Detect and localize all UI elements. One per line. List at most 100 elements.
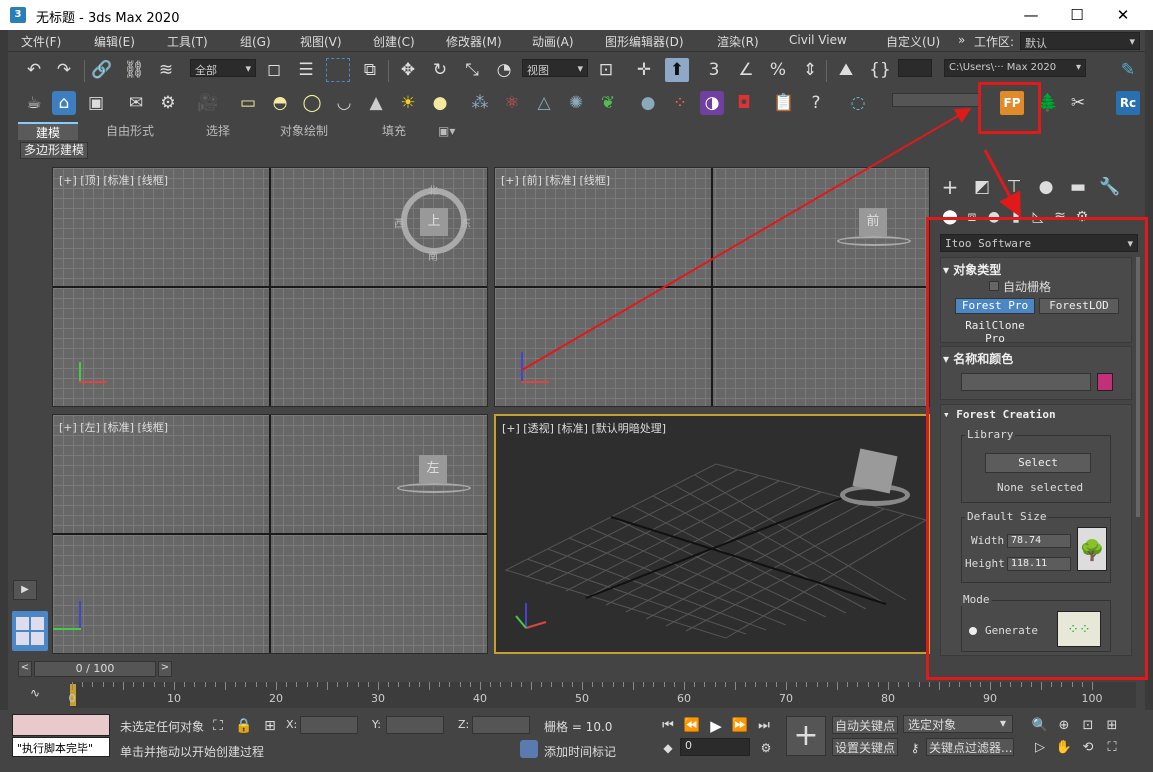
- redo-icon[interactable]: ↷: [52, 58, 76, 82]
- sphere-icon[interactable]: ◯: [300, 91, 324, 115]
- autodesk-icon[interactable]: ✎: [1116, 58, 1140, 82]
- named-selection-field[interactable]: [898, 59, 932, 77]
- angle-snap-icon[interactable]: ∠: [734, 58, 758, 82]
- time-config-icon[interactable]: ⚙: [754, 736, 778, 760]
- menu-modifiers[interactable]: 修改器(M): [446, 33, 502, 50]
- viewport-label[interactable]: [+] [透视] [标准] [默认明暗处理]: [502, 420, 666, 436]
- ref-coord-dropdown[interactable]: 视图 ▾: [522, 59, 588, 77]
- set-key-button[interactable]: 设置关键点: [832, 738, 898, 756]
- next-frame-button[interactable]: >: [158, 661, 172, 677]
- x-coord-input[interactable]: [300, 716, 358, 734]
- hierarchy-tab-icon[interactable]: ⊤: [1002, 175, 1026, 199]
- material-editor-icon[interactable]: ◑: [700, 91, 724, 115]
- disc-icon[interactable]: ●: [428, 91, 452, 115]
- railclone-icon[interactable]: Rc: [1116, 91, 1140, 115]
- menu-animation[interactable]: 动画(A): [532, 33, 574, 50]
- subtab-polygon-modeling[interactable]: 多边形建模: [20, 142, 88, 159]
- viewport-label[interactable]: [+] [前] [标准] [线框]: [501, 172, 610, 188]
- teapot-icon[interactable]: ☕: [22, 91, 46, 115]
- keyboard-shortcut-override-icon[interactable]: ⬆: [665, 58, 689, 82]
- tab-modeling[interactable]: 建模: [18, 122, 78, 140]
- add-time-tag[interactable]: 添加时间标记: [544, 743, 616, 760]
- menu-create[interactable]: 创建(C): [373, 33, 415, 50]
- maxscript-listener-input[interactable]: [12, 714, 110, 736]
- play-icon[interactable]: ▶: [704, 714, 728, 738]
- modify-tab-icon[interactable]: ◩: [970, 175, 994, 199]
- z-coord-input[interactable]: [472, 716, 530, 734]
- menu-tools[interactable]: 工具(T): [167, 33, 208, 50]
- material-map-icon[interactable]: ◘: [732, 91, 756, 115]
- help-icon[interactable]: ?: [804, 91, 828, 115]
- menu-more[interactable]: »: [958, 33, 965, 47]
- selection-filter-dropdown[interactable]: 全部 ▾: [190, 59, 256, 77]
- current-frame-field[interactable]: 0: [680, 738, 750, 756]
- physical-camera-icon[interactable]: ⚙: [156, 91, 180, 115]
- unlink-icon[interactable]: ⛓: [122, 58, 146, 82]
- menu-customize[interactable]: 自定义(U): [886, 33, 940, 50]
- viewport-front[interactable]: [+] [前] [标准] [线框] 前: [494, 167, 930, 407]
- play-expand-icon[interactable]: ▶: [13, 580, 37, 600]
- viewcube[interactable]: 前: [859, 208, 887, 236]
- percent-snap-icon[interactable]: %: [766, 58, 790, 82]
- viewport-perspective[interactable]: [+] [透视] [标准] [默认明暗处理]: [494, 414, 930, 654]
- viewcube[interactable]: 左: [419, 455, 447, 483]
- maximize-button[interactable]: ☐: [1054, 0, 1100, 30]
- motion-tab-icon[interactable]: ●: [1034, 175, 1058, 199]
- project-path-field[interactable]: C:\Users\··· Max 2020 ▾: [944, 59, 1086, 77]
- render-frame-icon[interactable]: ▣: [84, 91, 108, 115]
- go-to-start-icon[interactable]: ⏮: [656, 714, 680, 738]
- select-by-name-icon[interactable]: ☰: [294, 58, 318, 82]
- ribbon-options-icon[interactable]: ▣▾: [438, 122, 455, 140]
- render-setup-icon[interactable]: ⌂: [52, 91, 76, 115]
- menu-group[interactable]: 组(G): [240, 33, 271, 50]
- viewcube[interactable]: 上: [420, 208, 448, 236]
- key-mode-icon[interactable]: ◆: [656, 736, 680, 760]
- key-filter-icon[interactable]: ⚷: [903, 736, 927, 760]
- clipboard-icon[interactable]: 📋: [772, 91, 796, 115]
- create-tab-icon[interactable]: +: [938, 175, 962, 199]
- hemisphere-icon[interactable]: ◓: [268, 91, 292, 115]
- maximize-viewport-icon[interactable]: ⛶: [1100, 736, 1124, 760]
- edit-named-selection-icon[interactable]: ⛰: [834, 58, 858, 82]
- menu-graph-editors[interactable]: 图形编辑器(D): [605, 33, 684, 50]
- zoom-icon[interactable]: 🔍: [1028, 714, 1052, 738]
- previous-frame-icon[interactable]: ⏪: [680, 714, 704, 738]
- particle-grid-icon[interactable]: ⁂: [468, 91, 492, 115]
- viewport-left[interactable]: [+] [左] [标准] [线框] 左: [52, 414, 488, 654]
- absolute-mode-icon[interactable]: ⊞: [258, 714, 282, 738]
- prev-frame-button[interactable]: <: [18, 661, 32, 677]
- next-frame-icon[interactable]: ⏩: [728, 714, 752, 738]
- close-button[interactable]: ✕: [1100, 0, 1146, 30]
- cone-icon[interactable]: ▲: [364, 91, 388, 115]
- set-key-big-button[interactable]: +: [786, 716, 826, 756]
- auto-key-button[interactable]: 自动关键点: [832, 716, 898, 734]
- toolbar-field[interactable]: [892, 93, 980, 107]
- window-crossing-icon[interactable]: ⧉: [358, 58, 382, 82]
- maxscript-result[interactable]: "执行脚本完毕": [12, 737, 110, 757]
- menu-edit[interactable]: 编辑(E): [94, 33, 135, 50]
- tab-freeform[interactable]: 自由形式: [106, 122, 154, 140]
- curve-editor-icon[interactable]: ∿: [30, 686, 40, 700]
- rotate-icon[interactable]: ↻: [428, 58, 452, 82]
- track-bar[interactable]: 0 10 20 30 40 50 60 70 80 90 100: [69, 682, 1136, 708]
- tools-icon[interactable]: ✂: [1066, 91, 1090, 115]
- pyramid-icon[interactable]: △: [532, 91, 556, 115]
- undo-icon[interactable]: ↶: [22, 58, 46, 82]
- viewcube[interactable]: [852, 448, 898, 494]
- y-coord-input[interactable]: [386, 716, 444, 734]
- camera-icon[interactable]: ✉: [124, 91, 148, 115]
- time-slider[interactable]: < 0 / 100 >: [18, 660, 173, 678]
- select-manipulate-icon[interactable]: ✛: [632, 58, 656, 82]
- material-palette-icon[interactable]: ⁘: [668, 91, 692, 115]
- field-of-view-icon[interactable]: ▷: [1028, 736, 1052, 760]
- key-filters-button[interactable]: 关键点过滤器...: [926, 738, 1014, 756]
- dotted-circle-icon[interactable]: ◌: [846, 91, 870, 115]
- scale-icon[interactable]: ⤡: [460, 58, 484, 82]
- pan-icon[interactable]: ✋: [1052, 736, 1076, 760]
- basket-icon[interactable]: ◡: [332, 91, 356, 115]
- molecule-icon[interactable]: ⚛: [500, 91, 524, 115]
- viewport-layout-icon[interactable]: [12, 611, 48, 651]
- orbit-icon[interactable]: ⟲: [1076, 736, 1100, 760]
- link-icon[interactable]: 🔗: [90, 58, 114, 82]
- zoom-all-icon[interactable]: ⊕: [1052, 714, 1076, 738]
